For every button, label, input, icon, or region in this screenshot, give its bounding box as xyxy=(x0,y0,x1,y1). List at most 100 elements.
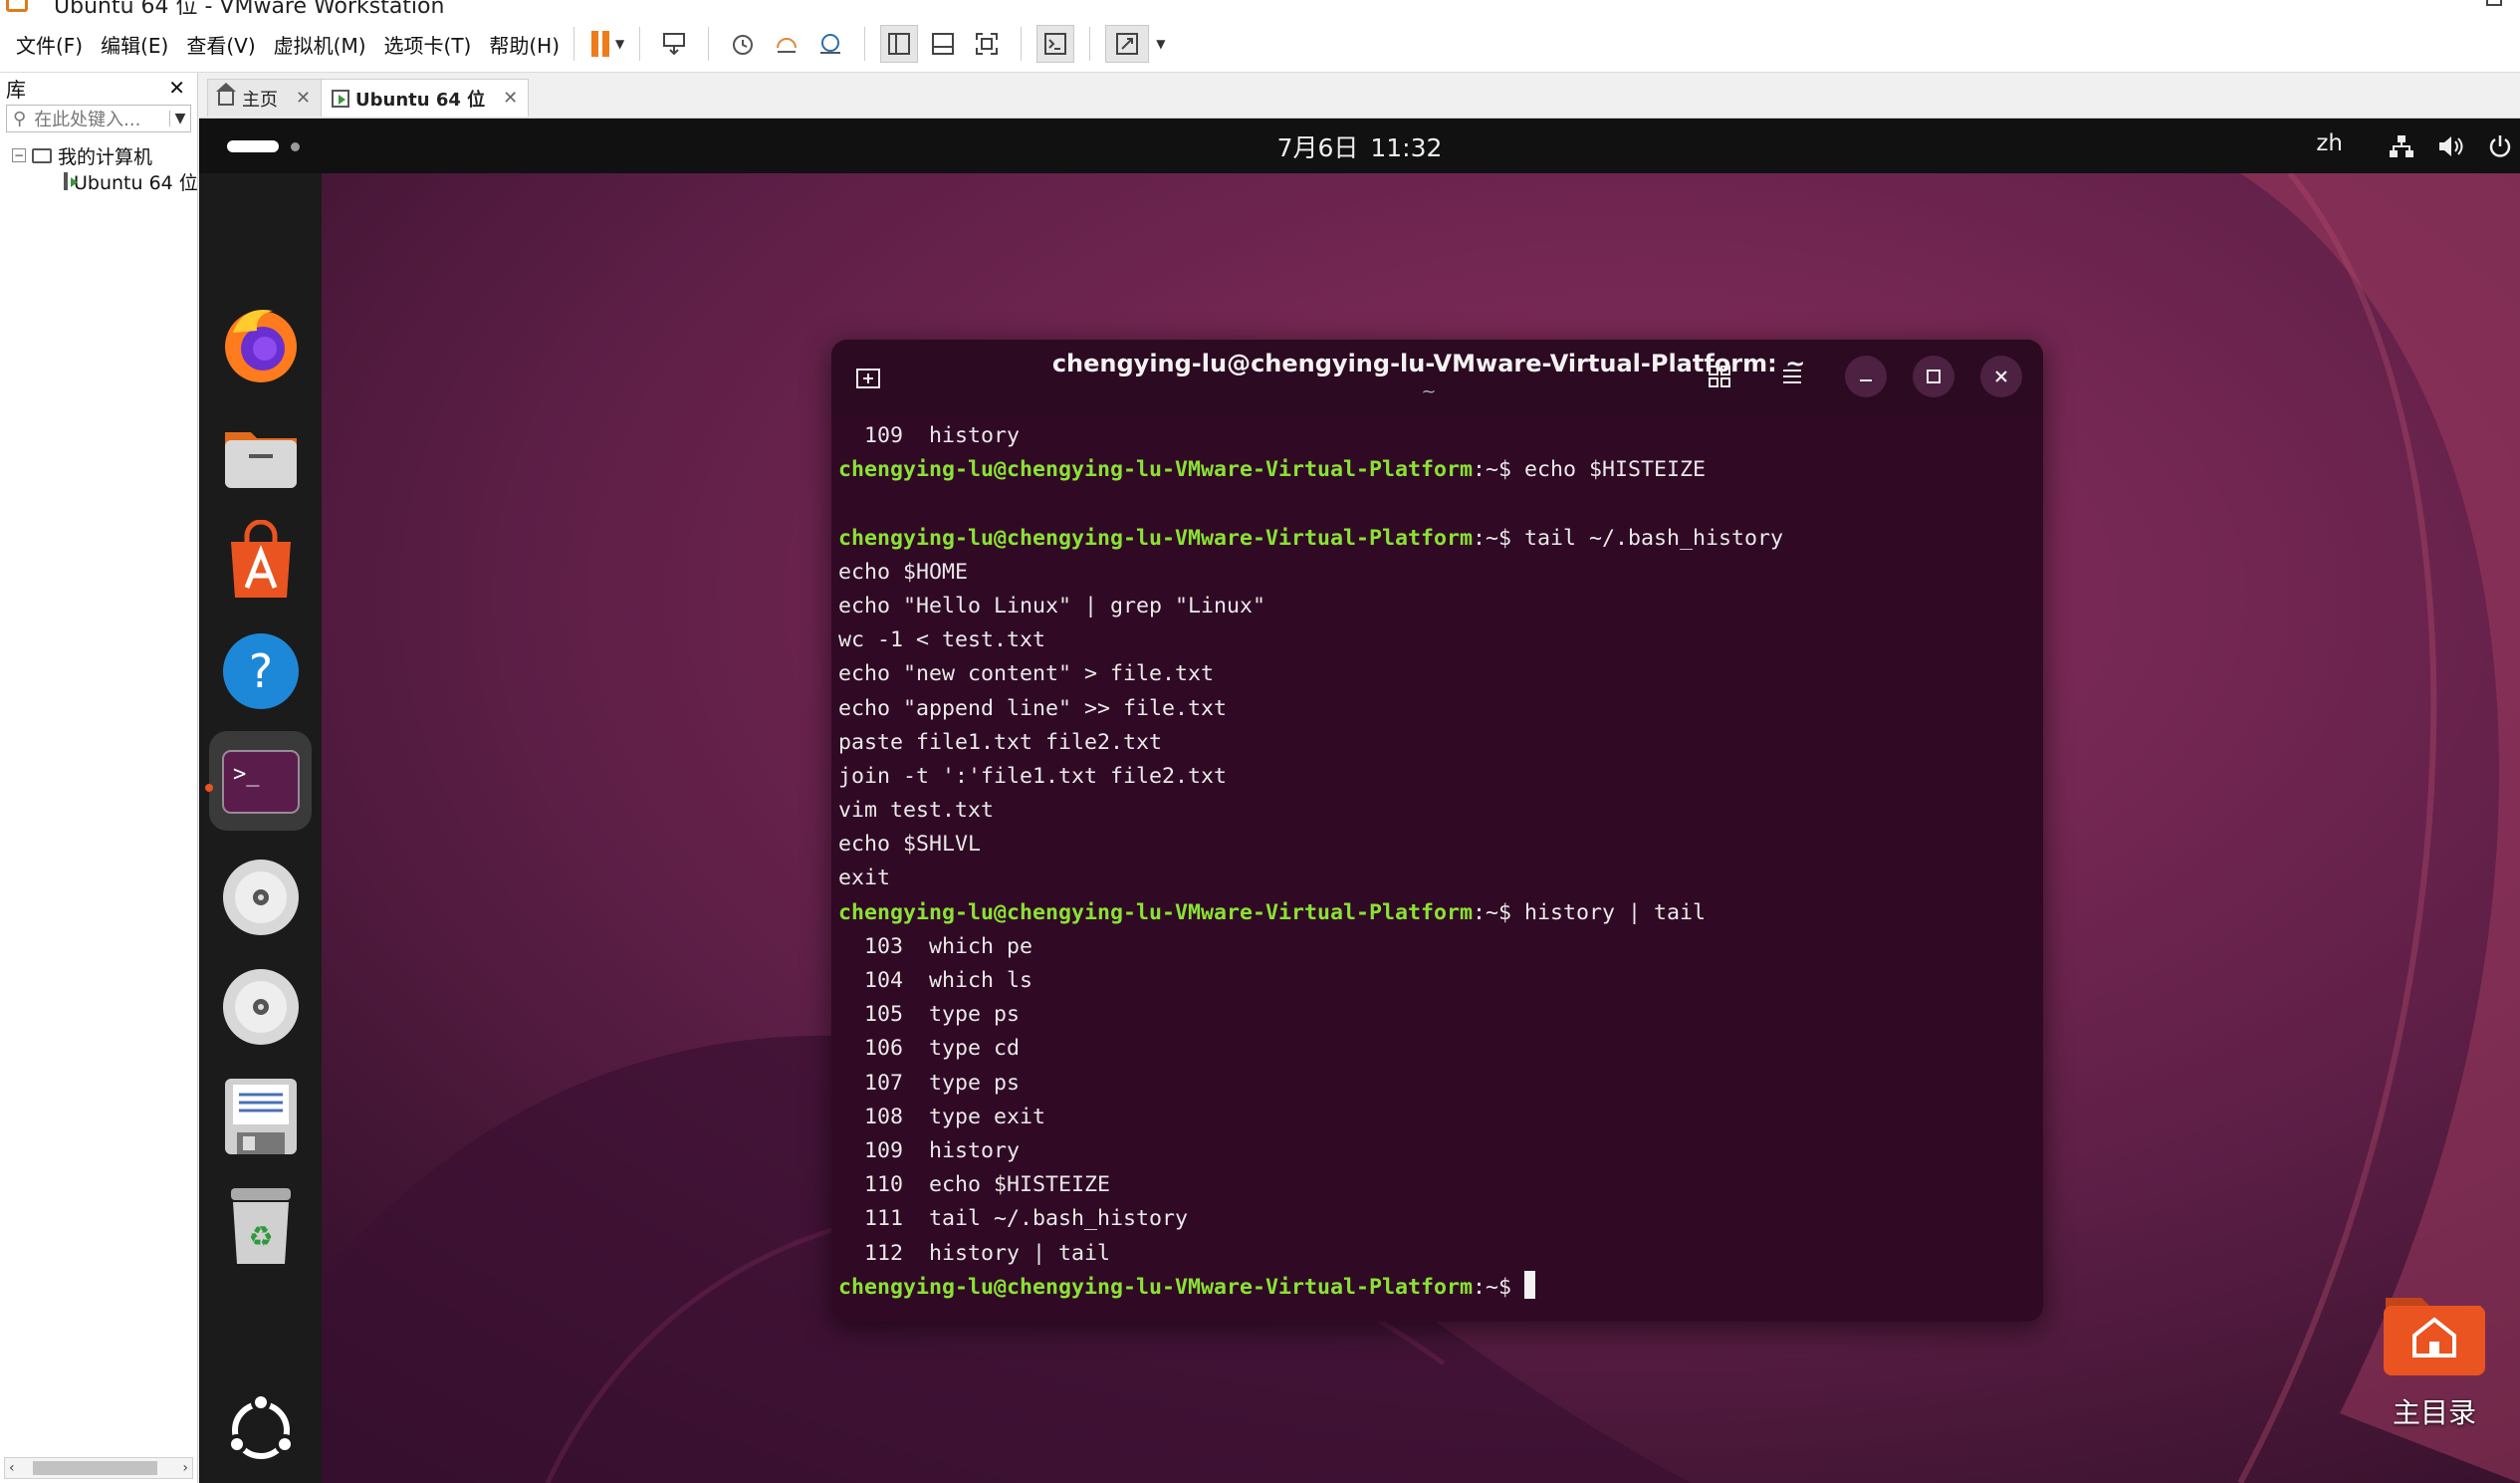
terminal-output-line: wc -1 < test.txt xyxy=(838,627,1046,653)
command-text: tail ~/.bash_history xyxy=(1524,525,1784,551)
tab-ubuntu-label: Ubuntu 64 位 xyxy=(355,89,486,111)
snapshot-manager-icon[interactable] xyxy=(811,25,849,63)
prompt-user-host: chengying-lu@chengying-lu-VMware-Virtual… xyxy=(838,457,1474,483)
terminal-output[interactable]: 109 history chengying-lu@chengying-lu-VMw… xyxy=(838,419,2033,1305)
terminal-command-line: chengying-lu@chengying-lu-VMware-Virtual… xyxy=(838,453,2033,487)
window-title: Ubuntu 64 位 - VMware Workstation xyxy=(54,0,445,16)
tab-strip: 主页 ✕ Ubuntu 64 位 ✕ xyxy=(199,73,2520,119)
scroll-left-icon[interactable]: ‹ xyxy=(9,1458,15,1478)
clock-date: 7月6日 xyxy=(1276,133,1359,162)
desktop-home-folder[interactable]: 主目录 xyxy=(2370,1290,2499,1431)
chevron-down-icon[interactable]: ▼ xyxy=(169,111,190,126)
menu-vm[interactable]: 虚拟机(M) xyxy=(274,30,366,59)
firefox-icon[interactable] xyxy=(219,303,303,386)
floppy-icon[interactable] xyxy=(219,1075,303,1158)
close-library-icon[interactable]: ✕ xyxy=(168,76,185,100)
stretch-dropdown-icon[interactable]: ▼ xyxy=(1156,37,1165,51)
text-cursor xyxy=(1524,1270,1536,1299)
show-apps-icon[interactable] xyxy=(219,1388,303,1472)
svg-text:?: ? xyxy=(249,644,273,698)
prompt-user-host: chengying-lu@chengying-lu-VMware-Virtual… xyxy=(838,1274,1474,1300)
tab-home[interactable]: 主页 ✕ xyxy=(207,79,323,117)
collapse-icon[interactable]: − xyxy=(12,148,26,162)
svg-text:>_: >_ xyxy=(233,762,260,787)
terminal-output-line: 107 type ps xyxy=(838,1070,1021,1096)
prompt-path: :~$ xyxy=(1473,457,1525,483)
terminal-dock-item[interactable]: >_ xyxy=(209,731,312,831)
prompt-path: :~$ xyxy=(1473,525,1525,551)
library-panel: 库 ✕ ⚲ 在此处键入... ▼ − 我的计算机 Ubuntu 64 位 ‹ › xyxy=(0,73,198,1483)
menu-file[interactable]: 文件(F) xyxy=(16,30,83,59)
hamburger-menu-icon[interactable] xyxy=(1771,356,1813,397)
terminal-output-line: join -t ':'file1.txt file2.txt xyxy=(838,763,1228,789)
maximize-button[interactable] xyxy=(1913,356,1954,397)
terminal-output-line: paste file1.txt file2.txt xyxy=(838,729,1163,755)
menubar: 文件(F) 编辑(E) 查看(V) 虚拟机(M) 选项卡(T) 帮助(H) ▼ … xyxy=(0,16,2520,73)
command-text: history | tail xyxy=(1524,899,1707,925)
scroll-right-icon[interactable]: › xyxy=(182,1458,188,1478)
app-center-icon[interactable] xyxy=(219,519,303,604)
toolbar-separator xyxy=(1089,27,1091,61)
menu-view[interactable]: 查看(V) xyxy=(186,30,255,59)
library-search-input[interactable]: ⚲ 在此处键入... ▼ xyxy=(6,105,191,132)
minimize-button[interactable] xyxy=(1845,356,1887,397)
menu-edit[interactable]: 编辑(E) xyxy=(101,30,168,59)
home-icon xyxy=(216,82,236,106)
terminal-output-line: echo "append line" >> file.txt xyxy=(838,695,1228,721)
clock-time: 11:32 xyxy=(1370,133,1443,162)
terminal-output-line: 105 type ps xyxy=(838,1002,1021,1028)
volume-icon[interactable] xyxy=(2436,132,2464,160)
terminal-output-line: echo $SHLVL xyxy=(838,832,982,858)
search-icon: ⚲ xyxy=(13,108,27,129)
thumbnail-view-icon[interactable] xyxy=(924,25,962,63)
menu-help[interactable]: 帮助(H) xyxy=(489,30,560,59)
power-icon[interactable] xyxy=(2486,132,2514,160)
window-titlebar: Ubuntu 64 位 - VMware Workstation xyxy=(0,0,2520,16)
network-icon[interactable] xyxy=(2388,132,2415,160)
terminal-window[interactable]: chengying-lu@chengying-lu-VMware-Virtual… xyxy=(831,340,2043,1322)
stretch-icon[interactable] xyxy=(1105,25,1150,63)
running-indicator xyxy=(205,784,213,792)
clock[interactable]: 7月6日 11:32 xyxy=(199,128,2520,164)
terminal-command-line: chengying-lu@chengying-lu-VMware-Virtual… xyxy=(838,522,2033,556)
prompt-user-host: chengying-lu@chengying-lu-VMware-Virtual… xyxy=(838,899,1474,925)
vm-tree: − 我的计算机 Ubuntu 64 位 xyxy=(0,134,198,194)
tree-label-ubuntu: Ubuntu 64 位 xyxy=(74,171,198,194)
close-tab-icon[interactable]: ✕ xyxy=(296,88,311,109)
terminal-output-line: 112 history | tail xyxy=(838,1240,1111,1266)
terminal-prompt-line: chengying-lu@chengying-lu-VMware-Virtual… xyxy=(838,1270,2033,1305)
close-tab-icon[interactable]: ✕ xyxy=(503,88,518,109)
restore-window-button[interactable] xyxy=(2486,0,2502,6)
tree-item-my-computer[interactable]: − 我的计算机 xyxy=(12,142,197,168)
terminal-output-line: echo "new content" > file.txt xyxy=(838,661,1215,687)
library-search-placeholder: 在此处键入... xyxy=(34,110,141,130)
terminal-output-line: vim test.txt xyxy=(838,798,995,824)
terminal-output-line: echo $HOME xyxy=(838,559,969,585)
pause-icon[interactable]: ▼ xyxy=(589,25,624,63)
tab-ubuntu[interactable]: Ubuntu 64 位 ✕ xyxy=(321,79,530,117)
trash-icon[interactable]: ♻ xyxy=(219,1184,303,1268)
fullscreen-icon[interactable] xyxy=(968,25,1006,63)
revert-snapshot-icon[interactable] xyxy=(768,25,805,63)
disc-icon[interactable] xyxy=(219,965,303,1049)
vm-display[interactable]: 7月6日 11:32 zh ? >_ ♻ 主目录 chengying-lu@ch… xyxy=(199,119,2520,1483)
disc-icon[interactable] xyxy=(219,856,303,939)
terminal-output-line: 109 history xyxy=(838,423,1021,448)
help-icon[interactable]: ? xyxy=(219,629,303,713)
files-icon[interactable] xyxy=(219,410,303,494)
library-view-icon[interactable] xyxy=(880,25,919,63)
input-method-indicator[interactable]: zh xyxy=(2316,130,2343,156)
library-title: 库 xyxy=(6,77,26,102)
terminal-headerbar[interactable]: chengying-lu@chengying-lu-VMware-Virtual… xyxy=(831,340,2043,414)
close-button[interactable] xyxy=(1980,356,2022,397)
tab-home-label: 主页 xyxy=(242,89,278,111)
console-icon[interactable] xyxy=(1036,25,1075,63)
tab-overview-icon[interactable] xyxy=(1699,356,1740,397)
library-scrollbar[interactable]: ‹ › xyxy=(4,1457,193,1479)
snapshot-icon[interactable] xyxy=(724,25,762,63)
send-keys-icon[interactable] xyxy=(655,25,693,63)
tree-item-ubuntu[interactable]: Ubuntu 64 位 xyxy=(12,168,198,194)
scroll-thumb[interactable] xyxy=(33,1461,157,1475)
menu-tabs[interactable]: 选项卡(T) xyxy=(384,30,472,59)
